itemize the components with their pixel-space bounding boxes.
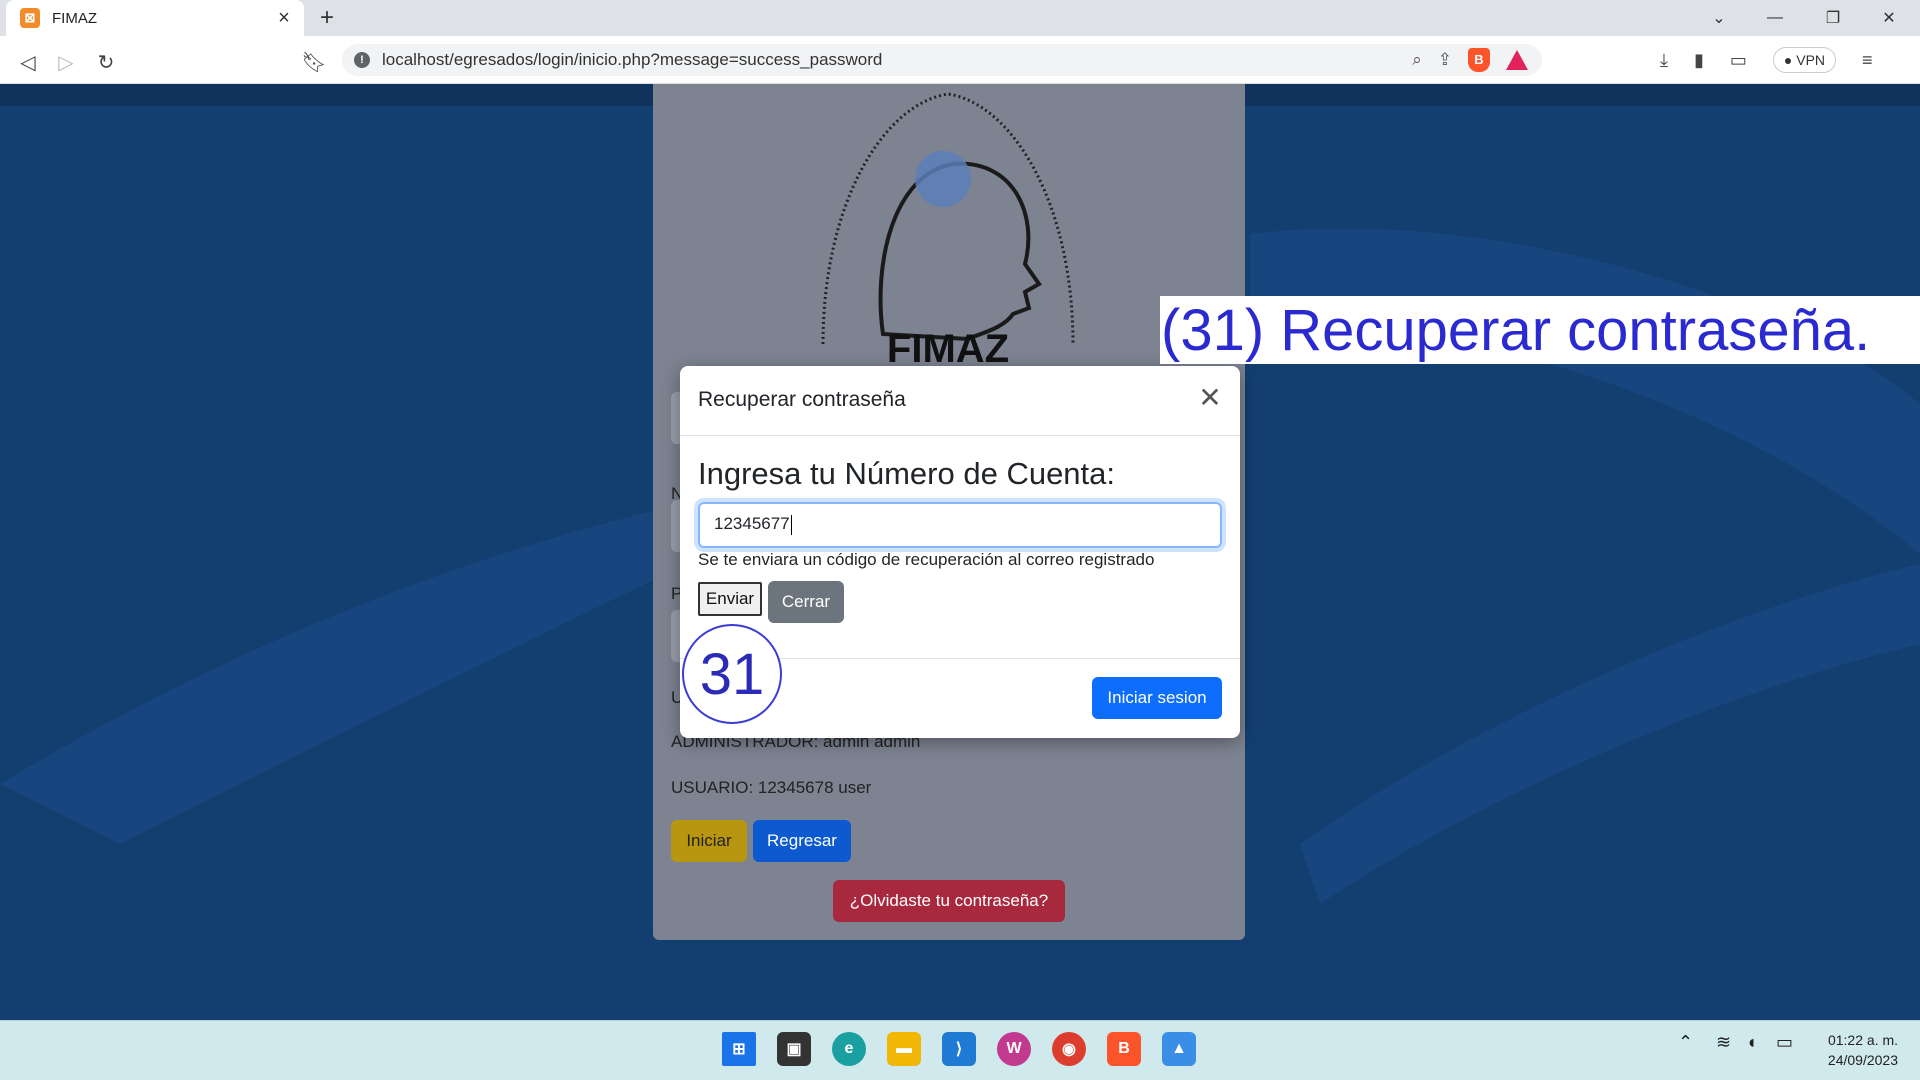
modal-title: Recuperar contraseña	[698, 388, 906, 411]
info-icon[interactable]: !	[354, 52, 370, 68]
system-clock[interactable]: 01:22 a. m. 24/09/2023	[1828, 1030, 1898, 1070]
menu-icon[interactable]: ≡	[1862, 50, 1873, 71]
reload-icon[interactable]: ↻	[92, 50, 120, 75]
vpn-dot-icon: ●	[1783, 52, 1793, 68]
iniciar-button[interactable]: Iniciar	[671, 820, 747, 862]
xampp-icon: ⊠	[20, 8, 40, 28]
vscode-icon[interactable]: ⟩	[942, 1032, 976, 1066]
modal-header: Recuperar contraseña ✕	[680, 366, 1240, 436]
close-icon[interactable]: ✕	[1196, 384, 1224, 412]
step-number-badge: 31	[682, 624, 782, 724]
account-number-value: 12345677	[714, 514, 790, 533]
browser-tab-strip: ⊠ FIMAZ × + ⌄ — ❐ ✕	[0, 0, 1920, 36]
clock-time: 01:22 a. m.	[1827, 1032, 1898, 1048]
zoom-icon[interactable]: ⌕	[1412, 50, 1422, 70]
tab-close-icon[interactable]: ×	[274, 7, 294, 30]
new-tab-icon[interactable]: +	[320, 4, 334, 32]
file-explorer-icon[interactable]: ▬	[887, 1032, 921, 1066]
forgot-password-button[interactable]: ¿Olvidaste tu contraseña?	[833, 880, 1065, 922]
clock-date: 24/09/2023	[1827, 1052, 1898, 1068]
step-caption: (31) Recuperar contraseña.	[1160, 296, 1920, 364]
account-number-input[interactable]: 12345677	[698, 502, 1222, 548]
wps-icon[interactable]: W	[997, 1032, 1031, 1066]
back-icon[interactable]: ◁	[14, 50, 42, 75]
regresar-button[interactable]: Regresar	[753, 820, 851, 862]
volume-icon[interactable]: ◖	[1746, 1032, 1757, 1053]
task-view-icon[interactable]: ▣	[777, 1032, 811, 1066]
modal-heading: Ingresa tu Número de Cuenta:	[698, 456, 1116, 491]
fimaz-logo: FIMAZ	[803, 84, 1093, 371]
text-caret	[790, 514, 792, 535]
url-text: localhost/egresados/login/inicio.php?mes…	[382, 50, 883, 69]
share-icon[interactable]: ⇪	[1438, 50, 1452, 70]
tab-title: FIMAZ	[52, 9, 97, 27]
edge-icon[interactable]: e	[832, 1032, 866, 1066]
brave-rewards-icon[interactable]	[1506, 50, 1528, 70]
vpn-label: VPN	[1796, 52, 1826, 68]
address-bar[interactable]: ! localhost/egresados/login/inicio.php?m…	[342, 44, 1542, 76]
restore-icon[interactable]: ❐	[1810, 0, 1856, 36]
forward-icon[interactable]: ▷	[52, 50, 80, 75]
cerrar-button[interactable]: Cerrar	[768, 581, 844, 623]
battery-icon[interactable]: ▭	[1776, 1032, 1793, 1053]
tab-search-icon[interactable]: ⌄	[1696, 0, 1742, 36]
vpn-button[interactable]: ● VPN	[1772, 47, 1837, 73]
wallet-icon[interactable]: ▭	[1730, 50, 1747, 71]
windows-start-icon[interactable]: ⊞	[722, 1032, 756, 1066]
help-text: Se te enviara un código de recuperación …	[698, 550, 1155, 569]
iniciar-sesion-button[interactable]: Iniciar sesion	[1092, 677, 1222, 719]
bookmark-icon[interactable]: 🔖︎	[300, 50, 328, 75]
user-hint: USUARIO: 12345678 user	[671, 778, 872, 797]
logo-text: FIMAZ	[887, 327, 1009, 364]
wifi-icon[interactable]: ≋	[1716, 1032, 1731, 1053]
download-icon[interactable]: ⤓	[1660, 50, 1668, 71]
photos-icon[interactable]: ▲	[1162, 1032, 1196, 1066]
brave-shields-icon[interactable]: B	[1468, 48, 1490, 72]
browser-tab[interactable]: ⊠ FIMAZ ×	[6, 0, 304, 36]
chrome-icon[interactable]: ◉	[1052, 1032, 1086, 1066]
tray-chevron-icon[interactable]: ⌃	[1678, 1032, 1693, 1053]
minimize-icon[interactable]: —	[1752, 0, 1798, 36]
sidebar-icon[interactable]: ▮	[1694, 50, 1704, 71]
brave-taskbar-icon[interactable]: B	[1107, 1032, 1141, 1066]
enviar-button[interactable]: Enviar	[698, 582, 762, 616]
close-window-icon[interactable]: ✕	[1866, 0, 1912, 36]
